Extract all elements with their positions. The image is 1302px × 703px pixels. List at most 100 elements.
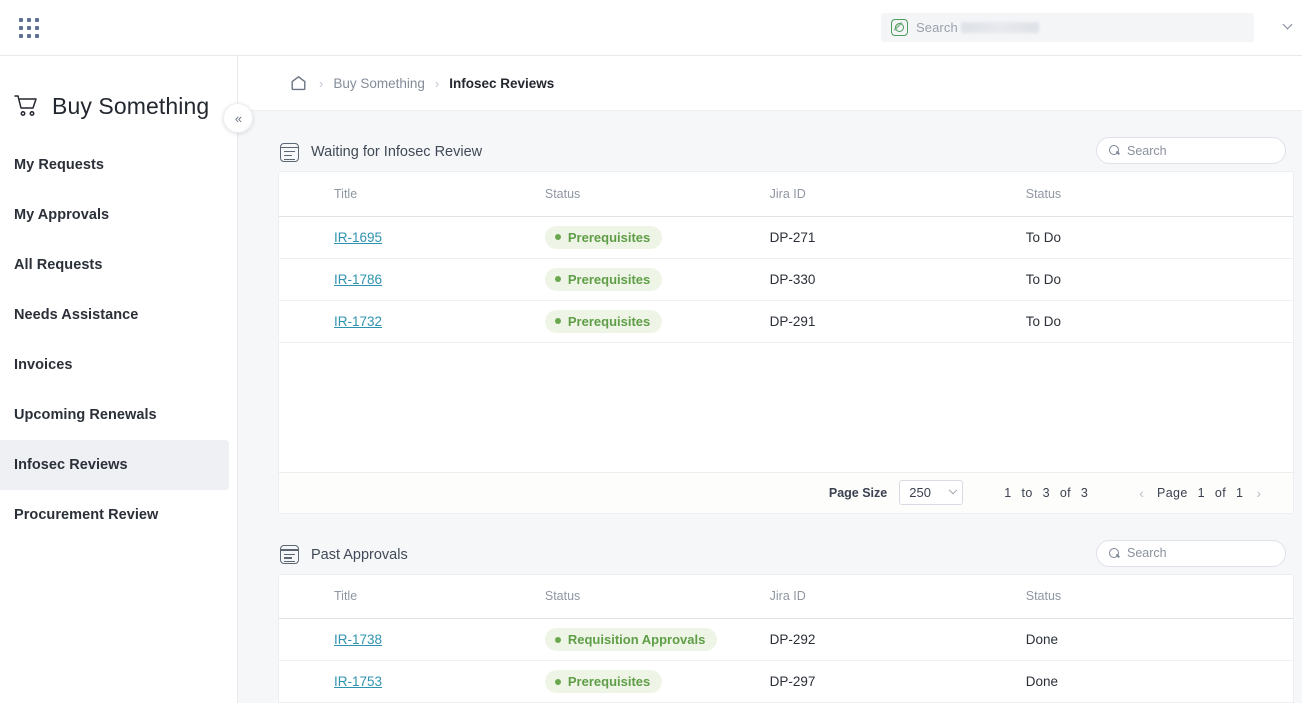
sidebar-item-all-requests[interactable]: All Requests	[0, 240, 229, 290]
card-past-approvals: Past Approvals Search Title Status Jira …	[278, 536, 1294, 703]
column-header-status[interactable]: Status	[530, 575, 755, 619]
sidebar-item-label: Infosec Reviews	[14, 457, 128, 473]
search-icon	[1109, 145, 1120, 156]
column-header-status[interactable]: Status	[530, 172, 755, 216]
breadcrumb-parent[interactable]: Buy Something	[333, 76, 425, 91]
page-size-select[interactable]: 250	[899, 480, 963, 505]
sidebar-item-my-approvals[interactable]: My Approvals	[0, 190, 229, 240]
column-header-jira-id[interactable]: Jira ID	[755, 575, 1011, 619]
status-dot-icon	[555, 637, 561, 643]
table-container: Title Status Jira ID Status IR-1738	[278, 574, 1294, 703]
card-header: Past Approvals Search	[278, 536, 1294, 574]
table-row[interactable]: IR-1732 Prerequisites DP-291 To Do	[279, 300, 1293, 342]
table-row[interactable]: IR-1695 Prerequisites DP-271 To Do	[279, 216, 1293, 258]
status-badge-label: Prerequisites	[568, 674, 650, 689]
apps-grid-icon[interactable]	[15, 14, 43, 42]
sidebar-item-my-requests[interactable]: My Requests	[0, 140, 229, 190]
page-size-value: 250	[909, 485, 931, 500]
empty-cell	[279, 342, 1293, 472]
table-body: IR-1738 Requisition Approvals DP-292 D	[279, 619, 1293, 703]
status-badge-label: Prerequisites	[568, 230, 650, 245]
page-indicator: Page 1 of 1	[1154, 486, 1246, 500]
cell-state: To Do	[1011, 300, 1293, 342]
data-table: Title Status Jira ID Status IR-1695	[279, 172, 1293, 473]
brand-title: Buy Something	[52, 93, 209, 120]
sidebar-item-label: Needs Assistance	[14, 307, 138, 323]
table-row[interactable]: IR-1786 Prerequisites DP-330 To Do	[279, 258, 1293, 300]
record-range: 1 to 3 of 3	[1001, 486, 1091, 500]
range-total: 3	[1081, 486, 1088, 500]
page-navigation: ‹ Page 1 of 1 ›	[1129, 485, 1271, 501]
sidebar-nav: My Requests My Approvals All Requests Ne…	[0, 140, 237, 540]
table-header: Title Status Jira ID Status	[279, 575, 1293, 619]
cell-title: IR-1786	[279, 258, 530, 300]
table-row[interactable]: IR-1753 Prerequisites DP-297 Done	[279, 661, 1293, 703]
sidebar-item-procurement-review[interactable]: Procurement Review	[0, 490, 229, 540]
list-view-icon	[280, 143, 299, 162]
cell-status: Prerequisites	[530, 300, 755, 342]
cell-status: Prerequisites	[530, 216, 755, 258]
sidebar-item-label: My Approvals	[14, 207, 109, 223]
column-header-jira-id[interactable]: Jira ID	[755, 172, 1011, 216]
cell-state: To Do	[1011, 216, 1293, 258]
table-empty-space	[279, 342, 1293, 472]
column-header-title[interactable]: Title	[279, 172, 530, 216]
sidebar-item-upcoming-renewals[interactable]: Upcoming Renewals	[0, 390, 229, 440]
row-link[interactable]: IR-1753	[334, 674, 382, 689]
chevron-right-icon[interactable]: ›	[1246, 485, 1271, 501]
cell-jira-id: DP-291	[755, 300, 1011, 342]
table-container: Title Status Jira ID Status IR-1695	[278, 171, 1294, 514]
status-dot-icon	[555, 318, 561, 324]
breadcrumb-current: Infosec Reviews	[449, 76, 554, 91]
card-search-input[interactable]: Search	[1096, 137, 1286, 164]
row-link[interactable]: IR-1738	[334, 632, 382, 647]
column-header-state[interactable]: Status	[1011, 575, 1293, 619]
chevron-left-icon[interactable]: ‹	[1129, 485, 1154, 501]
breadcrumb-separator: ›	[435, 76, 439, 91]
row-link[interactable]: IR-1732	[334, 314, 382, 329]
range-from: 1	[1004, 486, 1011, 500]
row-link[interactable]: IR-1695	[334, 230, 382, 245]
sidebar-item-label: Invoices	[14, 357, 72, 373]
sidebar-item-label: Upcoming Renewals	[14, 407, 157, 423]
sidebar-item-needs-assistance[interactable]: Needs Assistance	[0, 290, 229, 340]
status-dot-icon	[555, 276, 561, 282]
breadcrumb: › Buy Something › Infosec Reviews	[238, 56, 1302, 111]
sidebar-collapse-button[interactable]: «	[223, 103, 253, 133]
card-header: Waiting for Infosec Review Search	[278, 133, 1294, 171]
page-size-label: Page Size	[829, 486, 887, 500]
range-of-label: of	[1060, 486, 1071, 500]
cell-state: Done	[1011, 619, 1293, 661]
status-badge: Prerequisites	[545, 226, 662, 249]
home-icon[interactable]	[290, 75, 307, 91]
sidebar-item-infosec-reviews[interactable]: Infosec Reviews	[0, 440, 229, 490]
card-waiting-for-infosec-review: Waiting for Infosec Review Search Title …	[278, 133, 1294, 514]
status-badge-label: Requisition Approvals	[568, 632, 705, 647]
breadcrumb-separator: ›	[319, 76, 323, 91]
range-to-label: to	[1021, 486, 1032, 500]
sidebar-item-label: Procurement Review	[14, 507, 158, 523]
cell-status: Prerequisites	[530, 258, 755, 300]
double-chevron-left-icon: «	[235, 112, 241, 125]
shopping-cart-icon	[14, 94, 40, 118]
sidebar: Buy Something My Requests My Approvals A…	[0, 56, 238, 703]
brand-logo-icon	[891, 19, 908, 36]
table-row[interactable]: IR-1738 Requisition Approvals DP-292 D	[279, 619, 1293, 661]
global-search-input[interactable]: Search	[881, 13, 1254, 42]
cell-jira-id: DP-271	[755, 216, 1011, 258]
sidebar-item-label: All Requests	[14, 257, 102, 273]
sidebar-item-invoices[interactable]: Invoices	[0, 340, 229, 390]
redacted-text	[961, 22, 1039, 33]
status-badge: Requisition Approvals	[545, 628, 717, 651]
chevron-down-icon[interactable]	[1281, 21, 1294, 34]
sidebar-item-label: My Requests	[14, 157, 104, 173]
column-header-state[interactable]: Status	[1011, 172, 1293, 216]
column-header-title[interactable]: Title	[279, 575, 530, 619]
row-link[interactable]: IR-1786	[334, 272, 382, 287]
status-badge: Prerequisites	[545, 310, 662, 333]
chevron-down-icon	[949, 485, 957, 493]
top-bar: Search	[0, 0, 1302, 56]
card-search-input[interactable]: Search	[1096, 540, 1286, 567]
app-root: Search Buy Something My Requests My	[0, 0, 1302, 703]
status-badge: Prerequisites	[545, 268, 662, 291]
